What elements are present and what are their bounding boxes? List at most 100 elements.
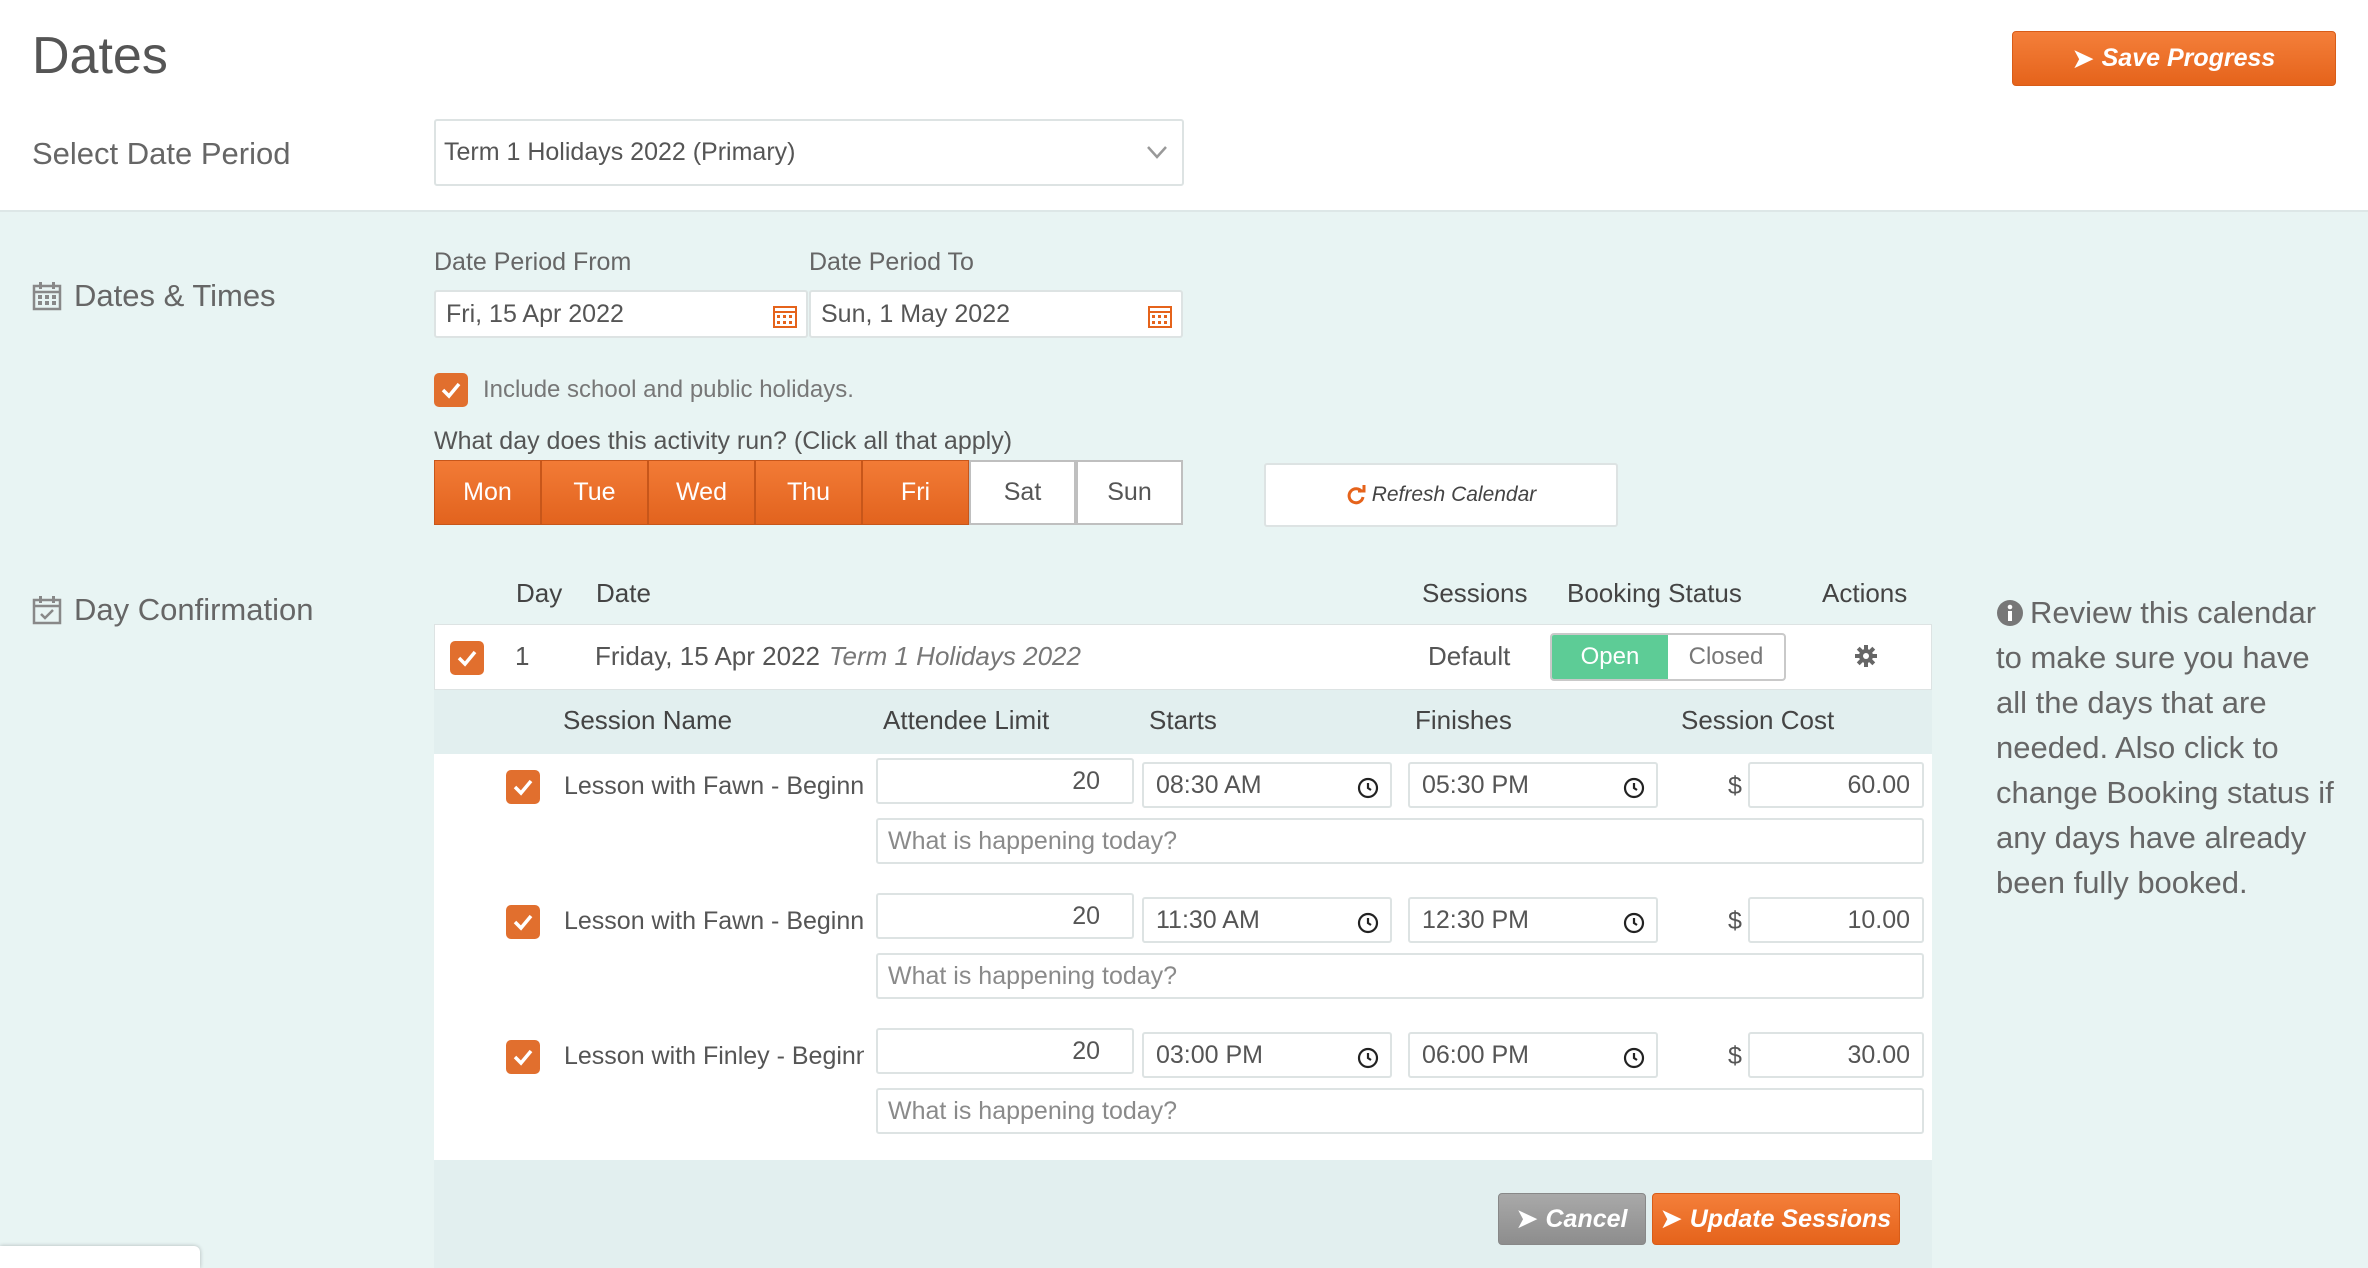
session-cost-input[interactable]: 30.00 xyxy=(1748,1032,1924,1078)
session-checkbox[interactable] xyxy=(506,905,540,939)
clock-icon xyxy=(1623,1047,1645,1069)
day-button-tue[interactable]: Tue xyxy=(541,460,648,525)
check-icon xyxy=(513,914,533,931)
col-header-actions: Actions xyxy=(1822,578,1908,608)
clock-icon xyxy=(1357,912,1379,934)
col-header-starts: Starts xyxy=(1149,705,1217,735)
day-sessions: Default xyxy=(1428,641,1511,671)
col-header-session-cost: Session Cost xyxy=(1681,705,1835,735)
refresh-calendar-button[interactable]: Refresh Calendar xyxy=(1264,463,1618,527)
day-button-fri[interactable]: Fri xyxy=(862,460,969,525)
session-cost-input[interactable]: 10.00 xyxy=(1748,897,1924,943)
bottom-panel-edge xyxy=(0,1246,200,1268)
day-button-sun[interactable]: Sun xyxy=(1076,460,1183,525)
session-note-input[interactable]: What is happening today? xyxy=(876,1088,1924,1134)
col-header-session-name: Session Name xyxy=(563,705,733,735)
day-number: 1 xyxy=(515,641,530,671)
refresh-calendar-label: Refresh Calendar xyxy=(1371,483,1537,506)
col-header-date: Date xyxy=(596,578,651,608)
calendar-icon xyxy=(32,282,62,311)
save-progress-button[interactable]: ➤ Save Progress xyxy=(2012,31,2336,86)
info-text: Review this calendar to make sure you ha… xyxy=(1996,595,2334,900)
day-row-checkbox[interactable] xyxy=(450,641,484,675)
attendee-limit-input[interactable]: 20 xyxy=(876,1028,1134,1074)
cancel-button[interactable]: ➤ Cancel xyxy=(1498,1193,1646,1245)
calendar-check-icon xyxy=(32,596,62,625)
day-date: Friday, 15 Apr 2022 xyxy=(595,641,820,671)
session-checkbox[interactable] xyxy=(506,770,540,804)
booking-open-button[interactable]: Open xyxy=(1552,635,1668,679)
check-icon xyxy=(457,650,477,667)
currency-symbol: $ xyxy=(1728,772,1742,800)
session-note-input[interactable]: What is happening today? xyxy=(876,953,1924,999)
start-time-value: 08:30 AM xyxy=(1156,770,1262,799)
check-icon xyxy=(513,1049,533,1066)
finish-time-input[interactable]: 06:00 PM xyxy=(1408,1032,1658,1078)
finish-time-input[interactable]: 12:30 PM xyxy=(1408,897,1658,943)
date-from-label: Date Period From xyxy=(434,248,632,276)
dates-times-label: Dates & Times xyxy=(74,278,276,313)
col-header-day: Day xyxy=(516,578,563,608)
chevron-down-icon xyxy=(1147,146,1167,159)
page-title: Dates xyxy=(32,27,168,85)
date-to-label: Date Period To xyxy=(809,248,974,276)
day-button-mon[interactable]: Mon xyxy=(434,460,541,525)
day-button-thu[interactable]: Thu xyxy=(755,460,862,525)
session-cost-input[interactable]: 60.00 xyxy=(1748,762,1924,808)
day-term: Term 1 Holidays 2022 xyxy=(829,641,1081,671)
clock-icon xyxy=(1623,777,1645,799)
clock-icon xyxy=(1357,1047,1379,1069)
run-days-question: What day does this activity run? (Click … xyxy=(434,427,1013,455)
day-button-wed[interactable]: Wed xyxy=(648,460,755,525)
chevron-right-icon: ➤ xyxy=(1660,1205,1682,1233)
clock-icon xyxy=(1623,912,1645,934)
date-to-field[interactable]: Sun, 1 May 2022 xyxy=(809,290,1183,338)
day-button-sat[interactable]: Sat xyxy=(969,460,1076,525)
session-name: Lesson with Fawn - Beginner xyxy=(564,772,864,800)
session-checkbox[interactable] xyxy=(506,1040,540,1074)
date-from-field[interactable]: Fri, 15 Apr 2022 xyxy=(434,290,808,338)
currency-symbol: $ xyxy=(1728,1042,1742,1070)
start-time-input[interactable]: 11:30 AM xyxy=(1142,897,1392,943)
clock-icon xyxy=(1357,777,1379,799)
start-time-input[interactable]: 03:00 PM xyxy=(1142,1032,1392,1078)
finish-time-value: 05:30 PM xyxy=(1422,770,1530,799)
update-sessions-button[interactable]: ➤ Update Sessions xyxy=(1652,1193,1900,1245)
calendar-icon[interactable] xyxy=(1147,303,1173,329)
session-note-input[interactable]: What is happening today? xyxy=(876,818,1924,864)
col-header-attendee-limit: Attendee Limit xyxy=(883,705,1050,735)
day-confirmation-heading: Day Confirmation xyxy=(32,592,313,628)
session-name: Lesson with Fawn - Beginner xyxy=(564,907,864,935)
start-time-value: 11:30 AM xyxy=(1156,905,1260,934)
col-header-finishes: Finishes xyxy=(1415,705,1512,735)
booking-status-toggle: Open Closed xyxy=(1550,633,1786,681)
finish-time-value: 12:30 PM xyxy=(1422,905,1530,934)
date-period-select[interactable]: Term 1 Holidays 2022 (Primary) xyxy=(434,119,1184,186)
chevron-right-icon: ➤ xyxy=(2072,44,2094,73)
attendee-limit-input[interactable]: 20 xyxy=(876,893,1134,939)
check-icon xyxy=(513,779,533,796)
session-name: Lesson with Finley - Beginner xyxy=(564,1042,864,1070)
col-header-booking-status: Booking Status xyxy=(1567,578,1742,608)
finish-time-input[interactable]: 05:30 PM xyxy=(1408,762,1658,808)
attendee-limit-input[interactable]: 20 xyxy=(876,758,1134,804)
refresh-icon xyxy=(1347,485,1366,505)
gear-icon[interactable] xyxy=(1854,644,1878,668)
update-sessions-label: Update Sessions xyxy=(1689,1204,1892,1233)
cancel-label: Cancel xyxy=(1545,1204,1628,1233)
currency-symbol: $ xyxy=(1728,907,1742,935)
date-from-value: Fri, 15 Apr 2022 xyxy=(446,299,624,328)
finish-time-value: 06:00 PM xyxy=(1422,1040,1530,1069)
info-icon xyxy=(1997,600,2023,626)
info-panel: Review this calendar to make sure you ha… xyxy=(1996,590,2336,905)
date-period-value: Term 1 Holidays 2022 (Primary) xyxy=(444,138,796,166)
booking-closed-button[interactable]: Closed xyxy=(1668,635,1784,679)
date-period-label: Select Date Period xyxy=(32,136,291,171)
day-selector: Mon Tue Wed Thu Fri Sat Sun xyxy=(434,460,1183,525)
col-header-sessions: Sessions xyxy=(1422,578,1528,608)
calendar-icon[interactable] xyxy=(772,303,798,329)
holidays-checkbox[interactable] xyxy=(434,373,468,407)
date-to-value: Sun, 1 May 2022 xyxy=(821,299,1011,328)
save-progress-label: Save Progress xyxy=(2101,44,2276,72)
start-time-input[interactable]: 08:30 AM xyxy=(1142,762,1392,808)
